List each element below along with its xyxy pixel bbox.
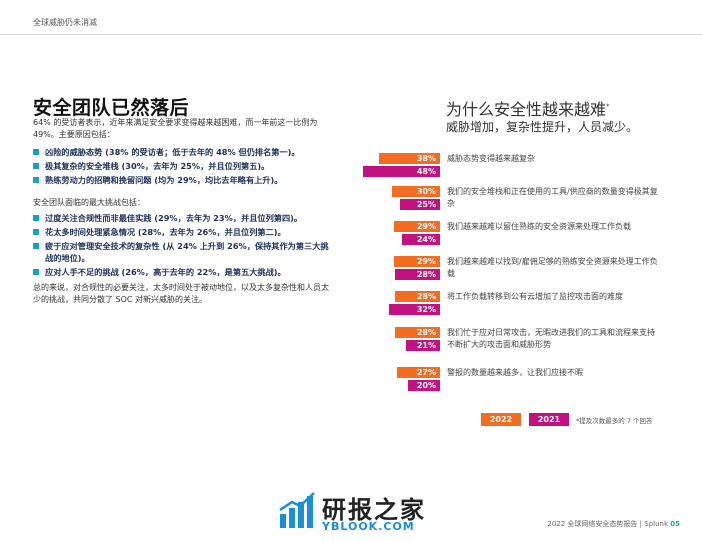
category-label: 我们越来越难以留住熟练的安全资源来处理工作负载 xyxy=(447,222,631,231)
header-divider xyxy=(0,34,702,35)
bar-2021: 24% xyxy=(401,234,440,245)
list-item: 极其复杂的安全堆栈 (30%，去年为 25%，并且位列第五)。 xyxy=(33,160,333,172)
category-label: 将工作负载转移到公有云增加了监控攻击面的难度 xyxy=(447,292,623,301)
section-header: 全球威胁仍未消减 xyxy=(33,18,97,27)
bar-2022: 29% xyxy=(393,256,440,267)
bullet-square-icon xyxy=(33,269,39,275)
category-label: 威胁态势变得越来越复杂 xyxy=(447,154,535,163)
list-item: 花太多时间处理紧急情况 (28%，去年为 26%，并且位列第二)。 xyxy=(33,226,333,238)
legend-2022: 2022 xyxy=(481,413,521,426)
category-label: 我们忙于应对日常攻击，无暇改进我们的工具和流程来支持不断扩大的攻击面和威胁形势 xyxy=(447,328,655,349)
bar-2021: 48% xyxy=(363,166,440,177)
bar-2021: 32% xyxy=(388,304,440,315)
bullet-square-icon xyxy=(33,177,39,183)
bullet-square-icon xyxy=(33,163,39,169)
list-item: 过度关注合规性而非最佳实践 (29%，去年为 23%，并且位列第四)。 xyxy=(33,212,333,224)
bar-2021: 28% xyxy=(395,269,440,280)
bar-2022: 30% xyxy=(392,186,440,197)
chart-subtitle: 威胁增加，复杂性提升，人员减少。 xyxy=(446,120,639,134)
legend-2021: 2021 xyxy=(529,413,569,426)
bar-2022: 28% xyxy=(395,327,440,338)
page-number: 05 xyxy=(670,520,680,528)
bar-2022: 29% xyxy=(393,221,440,232)
summary-paragraph: 总的来说，对合规性的必要关注，太多时间处于被动地位，以及太多复杂性和人员太少的挑… xyxy=(33,283,329,304)
bar-2022: 38% xyxy=(379,153,440,164)
chart-footnote: *提及次数最多的 7 个回答 xyxy=(576,417,653,425)
bar-2022: 27% xyxy=(396,367,440,378)
footnote-mark: * xyxy=(606,102,610,111)
list-item: 熟练劳动力的招聘和挽留问题 (均为 29%，均比去年略有上升)。 xyxy=(33,174,333,186)
category-label: 我们的安全堆栈和正在使用的工具/供应商的数量变得极其复杂 xyxy=(447,187,658,208)
list-item: 疲于应对管理安全技术的复杂性 (从 24% 上升到 26%，保持其作为第三大挑战… xyxy=(33,240,333,264)
challenges-list: 过度关注合规性而非最佳实践 (29%，去年为 23%，并且位列第四)。 花太多时… xyxy=(33,212,333,280)
bullet-square-icon xyxy=(33,149,39,155)
chart-title: 为什么安全性越来越难* xyxy=(446,100,610,119)
list-item: 凶险的威胁态势 (38% 的受访者；低于去年的 48% 但仍排名第一)。 xyxy=(33,146,333,158)
page-footer: 2022 全球网络安全态势报告 | Splunk 05 xyxy=(547,520,680,528)
category-label: 警报的数量越来越多，让我们应接不暇 xyxy=(447,368,583,377)
list-item: 应对人手不足的挑战 (26%，高于去年的 22%，是第五大挑战)。 xyxy=(33,266,333,278)
watermark-url: YBLOOK.COM xyxy=(322,520,415,533)
page-title: 安全团队已然落后 xyxy=(33,97,190,119)
intro-paragraph: 64% 的受访者表示，近年来满足安全要求变得越来越困难，而一年前这一比例为 49… xyxy=(33,118,318,139)
bar-2022: 28% xyxy=(395,291,440,302)
challenges-intro: 安全团队面临的最大挑战包括： xyxy=(33,198,145,207)
bar-2021: 21% xyxy=(406,340,440,351)
bar-2021: 25% xyxy=(400,199,440,210)
watermark-logo-icon xyxy=(278,490,318,534)
reasons-list: 凶险的威胁态势 (38% 的受访者；低于去年的 48% 但仍排名第一)。 极其复… xyxy=(33,146,333,188)
bullet-square-icon xyxy=(33,243,39,249)
bullet-square-icon xyxy=(33,215,39,221)
bar-2021: 20% xyxy=(408,380,440,391)
bullet-square-icon xyxy=(33,229,39,235)
category-label: 我们越来越难以找到/雇佣足够的熟练安全资源来处理工作负载 xyxy=(447,257,658,278)
